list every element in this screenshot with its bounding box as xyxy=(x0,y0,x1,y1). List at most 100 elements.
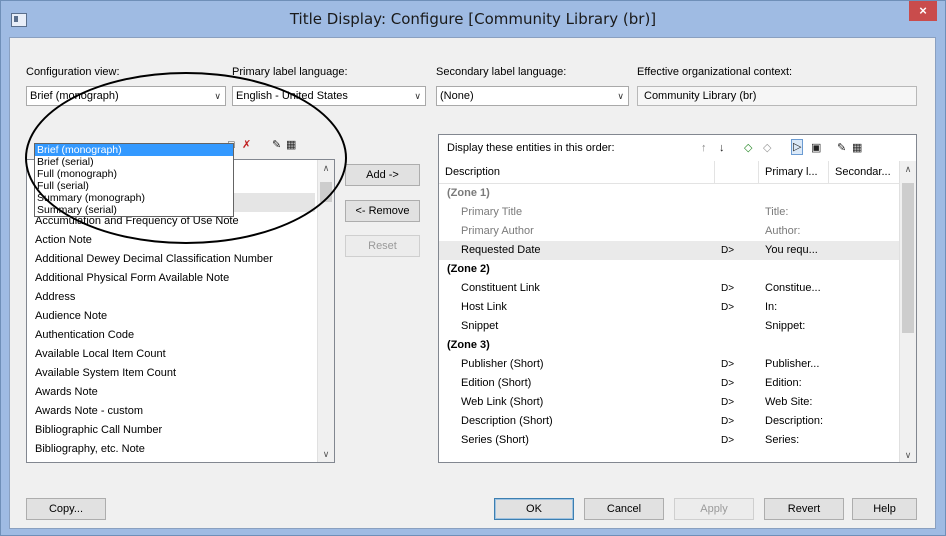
cancel-button[interactable]: Cancel xyxy=(584,498,664,520)
properties-icon[interactable]: ▦ xyxy=(286,138,296,152)
table-row[interactable]: (Zone 1) xyxy=(439,184,916,203)
table-row[interactable]: Web Link (Short) D> Web Site: xyxy=(439,393,916,412)
dropdown-option[interactable]: Full (monograph) xyxy=(35,168,233,180)
row-description: Edition (Short) xyxy=(461,377,532,389)
left-list-scrollbar[interactable]: ∧ ∨ xyxy=(317,160,334,462)
row-primary-label: Web Site: xyxy=(765,396,813,408)
secondary-language-select[interactable]: (None) ∨ xyxy=(436,86,629,106)
dialog-body: Configuration view: Primary label langua… xyxy=(9,37,936,529)
org-context-field: Community Library (br) xyxy=(637,86,917,106)
move-down-icon[interactable]: ↓ xyxy=(719,141,725,155)
display-flag-icon: D> xyxy=(721,435,735,446)
config-view-select[interactable]: Brief (monograph) ∨ xyxy=(26,86,226,106)
edit-pencil-icon[interactable]: ✎ xyxy=(272,138,281,152)
row-description: (Zone 3) xyxy=(447,339,490,351)
list-item[interactable]: Address xyxy=(35,288,315,307)
list-item[interactable]: Additional Dewey Decimal Classification … xyxy=(35,250,315,269)
scroll-up-icon[interactable]: ∧ xyxy=(900,161,916,177)
chevron-down-icon: ∨ xyxy=(414,91,421,101)
column-icon[interactable] xyxy=(715,161,759,183)
scroll-down-icon[interactable]: ∨ xyxy=(318,446,334,462)
window-title: Title Display: Configure [Community Libr… xyxy=(289,10,657,28)
help-button[interactable]: Help xyxy=(852,498,917,520)
list-item[interactable]: Awards Note - custom xyxy=(35,402,315,421)
row-description: Primary Title xyxy=(461,206,523,218)
list-item[interactable]: Available System Item Count xyxy=(35,364,315,383)
row-description: Requested Date xyxy=(461,244,541,256)
display-flag-icon: D> xyxy=(721,378,735,389)
apply-button[interactable]: Apply xyxy=(674,498,754,520)
list-item[interactable]: Audience Note xyxy=(35,307,315,326)
table-row[interactable]: (Zone 3) xyxy=(439,336,916,355)
display-flag-icon: D> xyxy=(721,416,735,427)
table-row[interactable]: Constituent Link D> Constitue... xyxy=(439,279,916,298)
table-row[interactable]: Requested Date D> You requ... xyxy=(439,241,916,260)
dropdown-option[interactable]: Brief (serial) xyxy=(35,156,233,168)
row-primary-label: Publisher... xyxy=(765,358,820,370)
config-view-label: Configuration view: xyxy=(26,66,120,78)
remove-zone-icon[interactable]: ◇ xyxy=(763,141,771,155)
revert-button[interactable]: Revert xyxy=(764,498,844,520)
table-row[interactable]: Primary Author Author: xyxy=(439,222,916,241)
scroll-up-icon[interactable]: ∧ xyxy=(318,160,334,176)
primary-language-value: English - United States xyxy=(236,90,348,102)
row-primary-label: Constitue... xyxy=(765,282,821,294)
ok-button[interactable]: OK xyxy=(494,498,574,520)
list-item[interactable]: Available Local Item Count xyxy=(35,345,315,364)
table-row[interactable]: Snippet Snippet: xyxy=(439,317,916,336)
table-row[interactable]: (Zone 2) xyxy=(439,260,916,279)
close-button[interactable]: × xyxy=(909,1,937,21)
add-button[interactable]: Add -> xyxy=(345,164,420,186)
right-list-scrollbar[interactable]: ∧ ∨ xyxy=(899,161,916,462)
list-item[interactable]: Awards Note xyxy=(35,383,315,402)
hide-toggle-icon[interactable]: ▣ xyxy=(811,141,821,155)
remove-button[interactable]: <- Remove xyxy=(345,200,420,222)
properties-icon[interactable]: ▦ xyxy=(852,141,862,155)
dropdown-option[interactable]: Full (serial) xyxy=(35,180,233,192)
title-bar[interactable]: Title Display: Configure [Community Libr… xyxy=(1,1,945,37)
table-row[interactable]: Series (Short) D> Series: xyxy=(439,431,916,450)
display-toggle-icon[interactable]: ▷ xyxy=(791,139,804,155)
table-row[interactable]: Primary Title Title: xyxy=(439,203,916,222)
display-flag-icon: D> xyxy=(721,245,735,256)
column-primary-label[interactable]: Primary l... xyxy=(759,161,829,183)
list-item[interactable]: Additional Physical Form Available Note xyxy=(35,269,315,288)
scroll-down-icon[interactable]: ∨ xyxy=(900,447,916,462)
display-flag-icon: D> xyxy=(721,302,735,313)
dropdown-option[interactable]: Brief (monograph) xyxy=(35,144,233,156)
config-view-dropdown-list[interactable]: Brief (monograph) Brief (serial) Full (mon… xyxy=(34,143,234,217)
display-order-panel: Display these entities in this order: ↑ … xyxy=(438,134,917,463)
row-description: Publisher (Short) xyxy=(461,358,544,370)
edit-pencil-icon[interactable]: ✎ xyxy=(837,141,846,155)
primary-language-select[interactable]: English - United States ∨ xyxy=(232,86,426,106)
table-row[interactable]: Host Link D> In: xyxy=(439,298,916,317)
reset-button[interactable]: Reset xyxy=(345,235,420,257)
list-item[interactable]: Action Note xyxy=(35,231,315,250)
primary-language-label: Primary label language: xyxy=(232,66,348,78)
scroll-thumb[interactable] xyxy=(320,182,332,202)
grid-header: Description Primary l... Secondar... xyxy=(439,161,916,184)
copy-button[interactable]: Copy... xyxy=(26,498,106,520)
row-primary-label: In: xyxy=(765,301,778,313)
list-item[interactable]: Bibliographic Call Number xyxy=(35,421,315,440)
column-secondary-label[interactable]: Secondar... xyxy=(829,161,901,183)
row-description: Host Link xyxy=(461,301,507,313)
scroll-thumb[interactable] xyxy=(902,183,914,333)
table-row[interactable]: Edition (Short) D> Edition: xyxy=(439,374,916,393)
dropdown-option[interactable]: Summary (monograph) xyxy=(35,192,233,204)
row-primary-label: Title: xyxy=(765,206,789,218)
chevron-down-icon: ∨ xyxy=(617,91,624,101)
row-primary-label: Snippet: xyxy=(765,320,806,332)
list-item[interactable]: Bibliography, etc. Note xyxy=(35,440,315,459)
dropdown-option[interactable]: Summary (serial) xyxy=(35,204,233,216)
add-zone-icon[interactable]: ◇ xyxy=(744,141,752,155)
column-description[interactable]: Description xyxy=(439,161,715,183)
move-up-icon[interactable]: ↑ xyxy=(701,141,707,155)
row-description: Snippet xyxy=(461,320,499,332)
table-row[interactable]: Description (Short) D> Description: xyxy=(439,412,916,431)
row-primary-label: Description: xyxy=(765,415,824,427)
table-row[interactable]: Publisher (Short) D> Publisher... xyxy=(439,355,916,374)
row-primary-label: Series: xyxy=(765,434,800,446)
delete-item-icon[interactable]: ✗ xyxy=(242,138,251,152)
list-item[interactable]: Authentication Code xyxy=(35,326,315,345)
